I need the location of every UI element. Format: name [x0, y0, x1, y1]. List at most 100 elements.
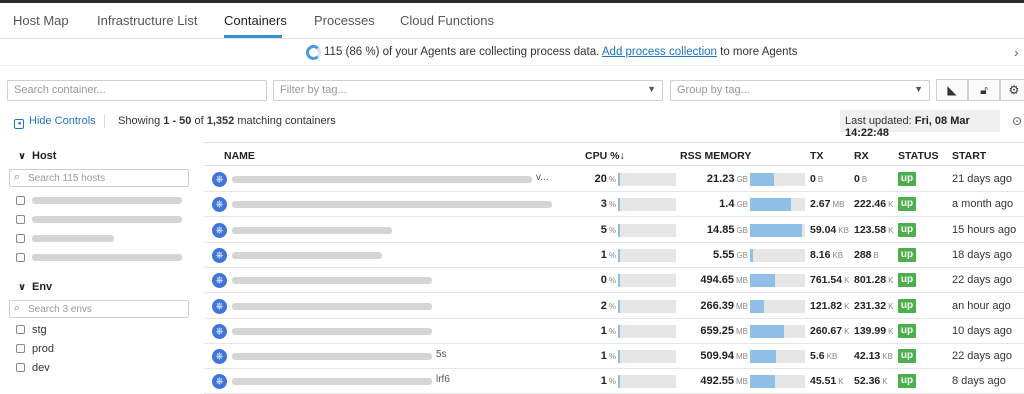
- tab-host-map[interactable]: Host Map: [13, 13, 69, 28]
- host-item[interactable]: [16, 195, 182, 207]
- cpu-bar-fill: [618, 274, 620, 288]
- column-tx[interactable]: TX: [810, 150, 823, 162]
- clock-icon[interactable]: ⊙: [1012, 114, 1022, 128]
- table-row[interactable]: ⎈ 0% 494.65 MB 761.54 K 801.28 Kup 22 days ago: [204, 268, 1024, 294]
- tab-cloud-functions[interactable]: Cloud Functions: [400, 13, 494, 28]
- tab-containers[interactable]: Containers: [224, 13, 287, 28]
- rss-number: 14.85: [706, 223, 735, 236]
- env-item-dev[interactable]: dev: [16, 362, 50, 374]
- tx-value: 761.54 K: [810, 274, 849, 286]
- redacted-text: [232, 251, 382, 259]
- rss-bar-fill: [750, 350, 777, 364]
- rx-number: 52.36: [854, 375, 881, 388]
- cpu-bar-fill: [618, 198, 620, 212]
- process-collection-banner: 115 (86 %) of your Agents are collecting…: [0, 40, 1024, 66]
- rx-number: 801.28: [854, 274, 887, 287]
- lock-button[interactable]: 🔓︎: [968, 79, 1000, 101]
- area-chart-toggle-button[interactable]: ◣: [936, 79, 968, 101]
- filter-by-tag-input[interactable]: Filter by tag... ▼: [273, 80, 663, 101]
- table-row[interactable]: ⎈ 5% 14.85 GB 59.04 KB 123.58 Kup 15 hours ago: [204, 218, 1024, 243]
- table-row[interactable]: ⎈ 1% 659.25 MB 260.67 K 139.99 Kup 10 days ago: [204, 319, 1024, 344]
- search-container-input[interactable]: Search container...: [7, 80, 267, 101]
- rss-bar: [750, 198, 805, 212]
- checkbox[interactable]: [16, 363, 25, 372]
- rss-bar: [750, 223, 805, 237]
- tab-processes[interactable]: Processes: [314, 13, 375, 28]
- rx-unit: K: [888, 200, 894, 210]
- table-row[interactable]: ⎈ 1% 5.55 GB 8.16 KB 288 Bup 18 days ago: [204, 243, 1024, 268]
- cpu-bar-fill: [618, 223, 620, 237]
- cpu-unit: %: [608, 301, 616, 311]
- env-label: dev: [32, 362, 50, 374]
- table-row[interactable]: ⎈ 5s 1% 509.94 MB 5.6 KB 42.13 KB up 22 days ago: [204, 344, 1024, 370]
- checkbox[interactable]: [16, 253, 25, 262]
- table-row[interactable]: ⎈ v... 20% 21.23 GB 0 B 0 Bup 21 days ago: [204, 167, 1024, 192]
- checkbox[interactable]: [16, 234, 25, 243]
- group-by-tag-input[interactable]: Group by tag... ▼: [670, 80, 930, 101]
- rx-number: 222.46: [854, 198, 887, 211]
- status-badge: up: [898, 323, 916, 338]
- hide-controls-button[interactable]: ◂ Hide Controls: [14, 115, 96, 129]
- redacted-text: [232, 176, 532, 183]
- env-item-prod[interactable]: prod: [16, 343, 54, 355]
- cpu-bar: [618, 324, 676, 338]
- search-icon: ⌕: [14, 171, 21, 183]
- rss-bar: [750, 299, 805, 313]
- table-row[interactable]: ⎈ lrf6 1% 492.55 MB 45.51 K 52.36 Kup 8 days ago: [204, 369, 1024, 394]
- rss-value: 509.94 MB: [674, 350, 748, 362]
- start-time: a month ago: [952, 198, 1014, 211]
- host-item[interactable]: [16, 214, 182, 226]
- kubernetes-icon: ⎈: [212, 247, 227, 263]
- chevron-right-icon[interactable]: ›: [1014, 44, 1019, 60]
- checkbox[interactable]: [16, 215, 25, 224]
- start-time: an hour ago: [952, 299, 1011, 312]
- chevron-down-icon: ∨: [18, 282, 27, 293]
- cpu-unit: %: [608, 200, 616, 210]
- rss-number: 1.4: [719, 198, 735, 211]
- kubernetes-icon: ⎈: [212, 273, 227, 289]
- host-item[interactable]: [16, 233, 114, 245]
- column-rss-memory[interactable]: RSS MEMORY: [680, 150, 751, 162]
- host-item[interactable]: [16, 252, 182, 264]
- table-row[interactable]: ⎈ 3% 1.4 GB 2.67 MB 222.46 Kup a month ago: [204, 192, 1024, 218]
- tab-infrastructure-list[interactable]: Infrastructure List: [97, 13, 197, 28]
- settings-button[interactable]: ⚙: [1000, 79, 1024, 101]
- active-tab-indicator: [224, 35, 282, 38]
- rx-unit: K: [888, 301, 894, 311]
- status-badge: up: [898, 298, 916, 313]
- column-rx[interactable]: RX: [854, 150, 869, 162]
- column-name[interactable]: NAME: [224, 150, 255, 162]
- redacted-text: [32, 235, 114, 242]
- tx-unit: KB: [826, 352, 838, 362]
- rss-unit: MB: [736, 377, 748, 387]
- search-icon: ⌕: [14, 302, 21, 314]
- rx-value: 123.58 K: [854, 224, 893, 236]
- checkbox[interactable]: [16, 344, 25, 353]
- column-start[interactable]: START: [952, 150, 986, 162]
- cpu-bar: [618, 350, 676, 364]
- cpu-number: 3: [600, 198, 607, 211]
- checkbox[interactable]: [16, 325, 25, 334]
- checkbox[interactable]: [16, 196, 25, 205]
- facet-host-header[interactable]: ∨ Host: [18, 150, 56, 162]
- status-badge: up: [898, 374, 916, 389]
- host-search-input[interactable]: ⌕ Search 115 hosts: [9, 169, 189, 187]
- env-item-stg[interactable]: stg: [16, 324, 47, 336]
- table-row[interactable]: ⎈ 2% 266.39 MB 121.82 K 231.32 Kup an hour ago: [204, 294, 1024, 319]
- status-badge: up: [898, 222, 916, 237]
- column-cpu[interactable]: CPU %↓: [585, 150, 625, 162]
- env-search-input[interactable]: ⌕ Search 3 envs: [9, 300, 189, 318]
- cpu-bar-fill: [618, 248, 620, 262]
- facet-env-header[interactable]: ∨ Env: [18, 281, 52, 293]
- add-process-collection-link[interactable]: Add process collection: [602, 46, 717, 58]
- table-header: NAME CPU %↓ RSS MEMORY TX RX STATUS STAR…: [204, 142, 1024, 166]
- banner-message: 115 (86 %) of your Agents are collecting…: [324, 46, 600, 58]
- rss-number: 21.23: [706, 173, 735, 185]
- cpu-number: 1: [600, 248, 607, 261]
- chevron-down-icon: ▼: [914, 84, 923, 94]
- column-status[interactable]: STATUS: [898, 150, 938, 162]
- rss-bar-fill: [750, 375, 776, 389]
- rss-bar: [750, 324, 805, 338]
- rx-value: 801.28 K: [854, 274, 893, 286]
- rss-unit: MB: [736, 326, 748, 336]
